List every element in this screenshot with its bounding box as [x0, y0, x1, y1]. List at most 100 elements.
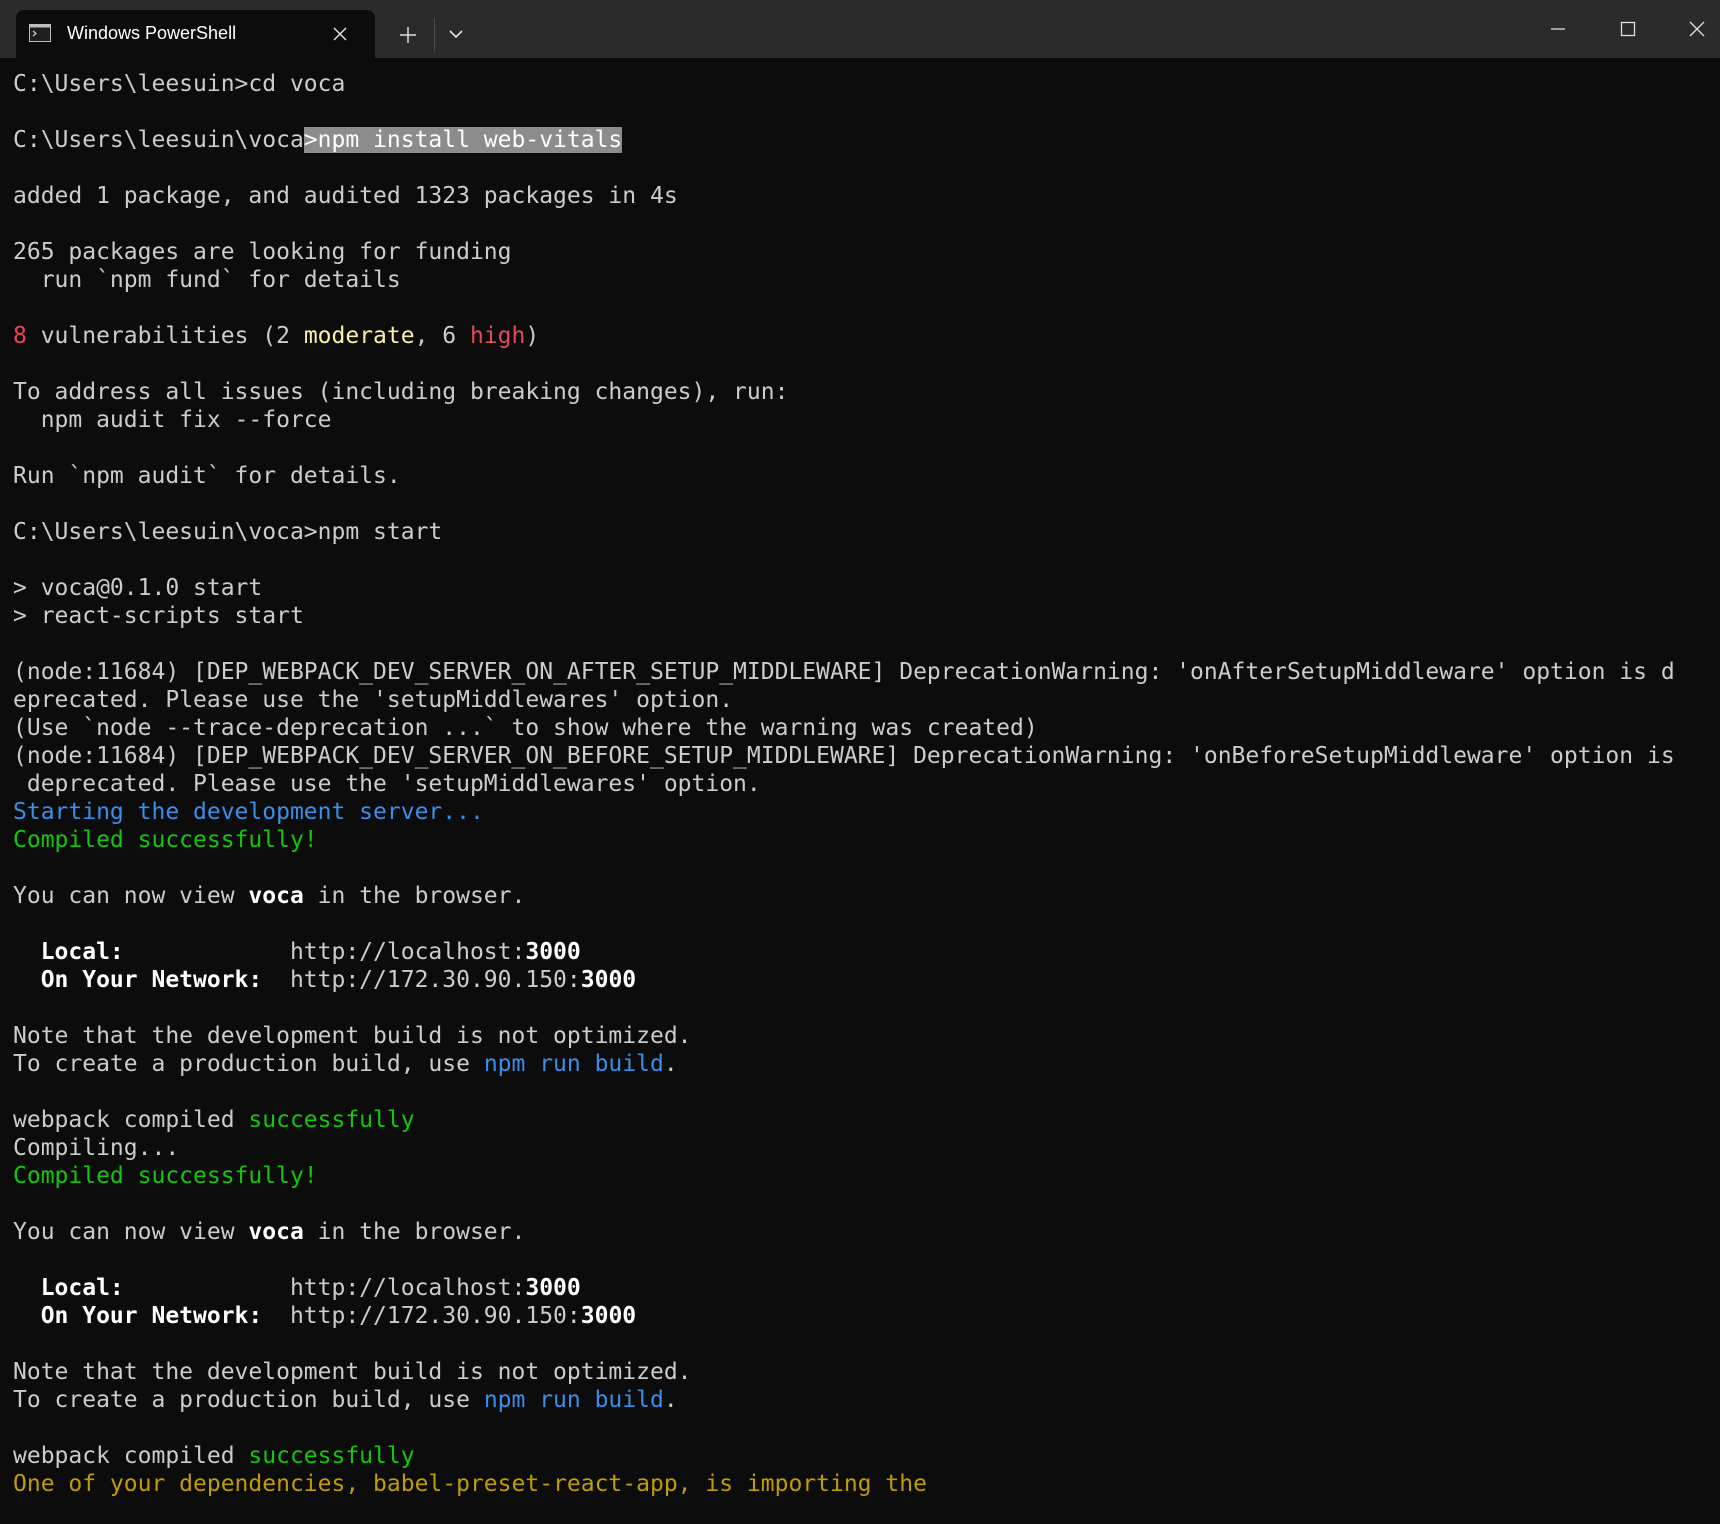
text-segment: You can now view	[13, 1219, 249, 1245]
plus-icon[interactable]	[393, 20, 423, 50]
text-segment: webpack compiled	[13, 1107, 249, 1133]
compiled-line: Compiled successfully!	[13, 1163, 318, 1189]
terminal-line: C:\Users\leesuin>cd voca	[13, 71, 346, 97]
terminal-line: Note that the development build is not o…	[13, 1359, 692, 1385]
url-text: http://localhost:	[123, 1275, 526, 1301]
port-text: 3000	[525, 1275, 581, 1301]
terminal-icon	[29, 24, 51, 42]
terminal-line: > voca@0.1.0 start	[13, 575, 263, 601]
local-url-line: Local: http://localhost:3000	[13, 938, 1713, 966]
text-segment: )	[525, 323, 540, 349]
terminal-line: To create a production build, use npm ru…	[13, 1386, 1713, 1414]
local-url-line: Local: http://localhost:3000	[13, 1274, 1713, 1302]
text-segment: in the browser.	[303, 1219, 526, 1245]
prompt-text: C:\Users\leesuin\voca	[13, 127, 304, 153]
terminal-line: > react-scripts start	[13, 603, 304, 629]
terminal-line: C:\Users\leesuin\voca>npm start	[13, 519, 443, 545]
chevron-down-icon[interactable]	[444, 22, 468, 46]
selected-text: >npm install web-vitals	[303, 127, 623, 153]
high-label: high	[469, 323, 526, 349]
starting-server-line: Starting the development server...	[13, 799, 484, 825]
terminal-line: (node:11684) [DEP_WEBPACK_DEV_SERVER_ON_…	[13, 659, 1675, 685]
terminal-line: Note that the development build is not o…	[13, 1023, 692, 1049]
terminal-line: To address all issues (including breakin…	[13, 379, 789, 405]
close-icon[interactable]	[330, 24, 350, 44]
terminal-line: 265 packages are looking for funding	[13, 239, 512, 265]
build-command: npm run build	[483, 1051, 664, 1077]
terminal-line: Compiling...	[13, 1135, 180, 1161]
terminal-line: eprecated. Please use the 'setupMiddlewa…	[13, 687, 734, 713]
app-name: voca	[248, 883, 304, 909]
powershell-window: Windows PowerShell C:\Users\leesuin>cd v…	[0, 0, 1720, 1524]
terminal-line: deprecated. Please use the 'setupMiddlew…	[13, 771, 761, 797]
url-text: http://172.30.90.150:	[262, 1303, 581, 1329]
dependency-warning-line: One of your dependencies, babel-preset-r…	[13, 1471, 927, 1497]
network-label: On Your Network:	[13, 1303, 263, 1329]
terminal-line: You can now view voca in the browser.	[13, 882, 1713, 910]
tab-windows-powershell[interactable]: Windows PowerShell	[16, 10, 375, 58]
success-word: successfully	[248, 1107, 415, 1133]
terminal-line: webpack compiled successfully	[13, 1106, 1713, 1134]
terminal-line: To create a production build, use npm ru…	[13, 1050, 1713, 1078]
terminal-line: C:\Users\leesuin\voca>npm install web-vi…	[13, 126, 1713, 154]
terminal-line: Run `npm audit` for details.	[13, 463, 401, 489]
terminal-line: (Use `node --trace-deprecation ...` to s…	[13, 715, 1038, 741]
terminal-line: (node:11684) [DEP_WEBPACK_DEV_SERVER_ON_…	[13, 743, 1675, 769]
text-segment: in the browser.	[303, 883, 526, 909]
terminal-line: added 1 package, and audited 1323 packag…	[13, 183, 678, 209]
moderate-label: moderate	[303, 323, 415, 349]
text-segment: To create a production build, use	[13, 1051, 484, 1077]
text-segment: .	[663, 1051, 678, 1077]
maximize-icon[interactable]	[1613, 14, 1643, 44]
terminal-line: webpack compiled successfully	[13, 1442, 1713, 1470]
port-text: 3000	[580, 1303, 637, 1329]
title-bar[interactable]: Windows PowerShell	[0, 0, 1720, 58]
port-text: 3000	[525, 939, 581, 965]
url-text: http://localhost:	[123, 939, 526, 965]
text-segment: , 6	[414, 323, 470, 349]
network-label: On Your Network:	[13, 967, 263, 993]
close-icon[interactable]	[1682, 14, 1712, 44]
terminal-output[interactable]: C:\Users\leesuin>cd voca C:\Users\leesui…	[13, 70, 1713, 1524]
tab-title: Windows PowerShell	[67, 23, 237, 43]
text-segment: .	[663, 1387, 678, 1413]
text-segment: webpack compiled	[13, 1443, 249, 1469]
vulnerabilities-line: 8 vulnerabilities (2 moderate, 6 high)	[13, 322, 1713, 350]
compiled-line: Compiled successfully!	[13, 827, 318, 853]
tab-separator	[434, 18, 435, 52]
local-label: Local:	[13, 939, 124, 965]
url-text: http://172.30.90.150:	[262, 967, 581, 993]
network-url-line: On Your Network: http://172.30.90.150:30…	[13, 966, 1713, 994]
text-segment: To create a production build, use	[13, 1387, 484, 1413]
port-text: 3000	[580, 967, 637, 993]
text-segment: vulnerabilities (2	[26, 323, 304, 349]
build-command: npm run build	[483, 1387, 664, 1413]
terminal-line: You can now view voca in the browser.	[13, 1218, 1713, 1246]
terminal-line: npm audit fix --force	[13, 407, 332, 433]
network-url-line: On Your Network: http://172.30.90.150:30…	[13, 1302, 1713, 1330]
success-word: successfully	[248, 1443, 415, 1469]
local-label: Local:	[13, 1275, 124, 1301]
minimize-icon[interactable]	[1543, 14, 1573, 44]
app-name: voca	[248, 1219, 304, 1245]
vuln-count: 8	[13, 323, 27, 349]
terminal-line: run `npm fund` for details	[13, 267, 401, 293]
text-segment: You can now view	[13, 883, 249, 909]
